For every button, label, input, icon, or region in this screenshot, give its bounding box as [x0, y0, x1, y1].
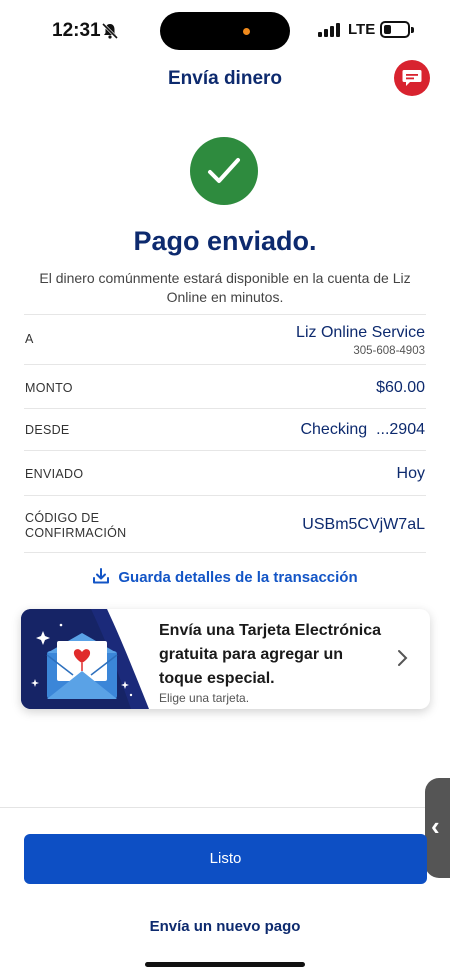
ecard-promo-card[interactable]: Envía una Tarjeta Electrónica gratuita p…: [21, 609, 430, 709]
chat-icon: [402, 70, 422, 86]
confirmation-code: USBm5CVjW7aL: [302, 516, 425, 533]
signal-icon: [318, 23, 340, 37]
chevron-left-icon: ‹: [431, 811, 440, 841]
battery-tip: [411, 27, 414, 33]
new-payment-link[interactable]: Envía un nuevo pago: [0, 918, 450, 935]
detail-label-sent: ENVIADO: [25, 467, 84, 481]
source-account: Checking ...2904: [300, 421, 425, 438]
done-button[interactable]: Listo: [24, 834, 427, 884]
detail-label-confirmation-line1: CÓDIGO DE: [25, 511, 100, 525]
detail-label-to: A: [25, 332, 34, 346]
detail-label-confirmation-code: CÓDIGO DE CONFIRMACIÓN: [25, 511, 127, 541]
detail-row-sent: ENVIADO Hoy: [24, 450, 426, 495]
confirmation-headline: Pago enviado.: [133, 226, 317, 256]
status-bar: 12:31 LTE: [0, 0, 450, 62]
ecard-promo-subtitle: Elige una tarjeta.: [159, 691, 250, 705]
page-title: Envía dinero: [167, 68, 283, 89]
status-time: 12:31: [52, 20, 101, 41]
home-indicator: [145, 962, 305, 967]
network-type: LTE: [348, 21, 376, 38]
download-icon: [93, 568, 110, 584]
dynamic-island: [160, 12, 290, 50]
detail-label-amount: MONTO: [25, 381, 73, 395]
success-badge: [190, 137, 258, 205]
detail-row-from: DESDE Checking ...2904: [24, 408, 426, 450]
detail-row-confirmation-code: CÓDIGO DE CONFIRMACIÓN USBm5CVjW7aL: [24, 495, 426, 553]
save-details-label: Guarda detalles de la transacción: [118, 569, 358, 586]
transaction-details: A Liz Online Service 305-608-4903 MONTO …: [24, 314, 426, 553]
save-details-link[interactable]: Guarda detalles de la transacción: [0, 567, 450, 586]
recipient-name: Liz Online Service: [296, 324, 425, 341]
detail-row-amount: MONTO $60.00: [24, 364, 426, 408]
chat-button[interactable]: [394, 60, 430, 96]
detail-row-to: A Liz Online Service 305-608-4903: [24, 314, 426, 364]
side-panel-handle[interactable]: ‹: [425, 778, 450, 878]
battery-icon: [380, 21, 410, 38]
sent-date: Hoy: [396, 465, 425, 482]
detail-label-confirmation-line2: CONFIRMACIÓN: [25, 526, 127, 540]
confirmation-message: El dinero comúnmente estará disponible e…: [39, 270, 411, 305]
chevron-right-icon: [397, 649, 409, 673]
privacy-indicator: [243, 28, 250, 35]
bell-slash-icon: [101, 22, 119, 40]
checkmark-icon: [208, 158, 240, 183]
ecard-promo-title: Envía una Tarjeta Electrónica gratuita p…: [159, 622, 382, 687]
envelope-heart-icon: [21, 609, 149, 709]
recipient-phone: 305-608-4903: [353, 345, 425, 357]
amount-value: $60.00: [376, 379, 425, 396]
detail-label-from: DESDE: [25, 423, 70, 437]
footer-divider: [0, 807, 450, 808]
